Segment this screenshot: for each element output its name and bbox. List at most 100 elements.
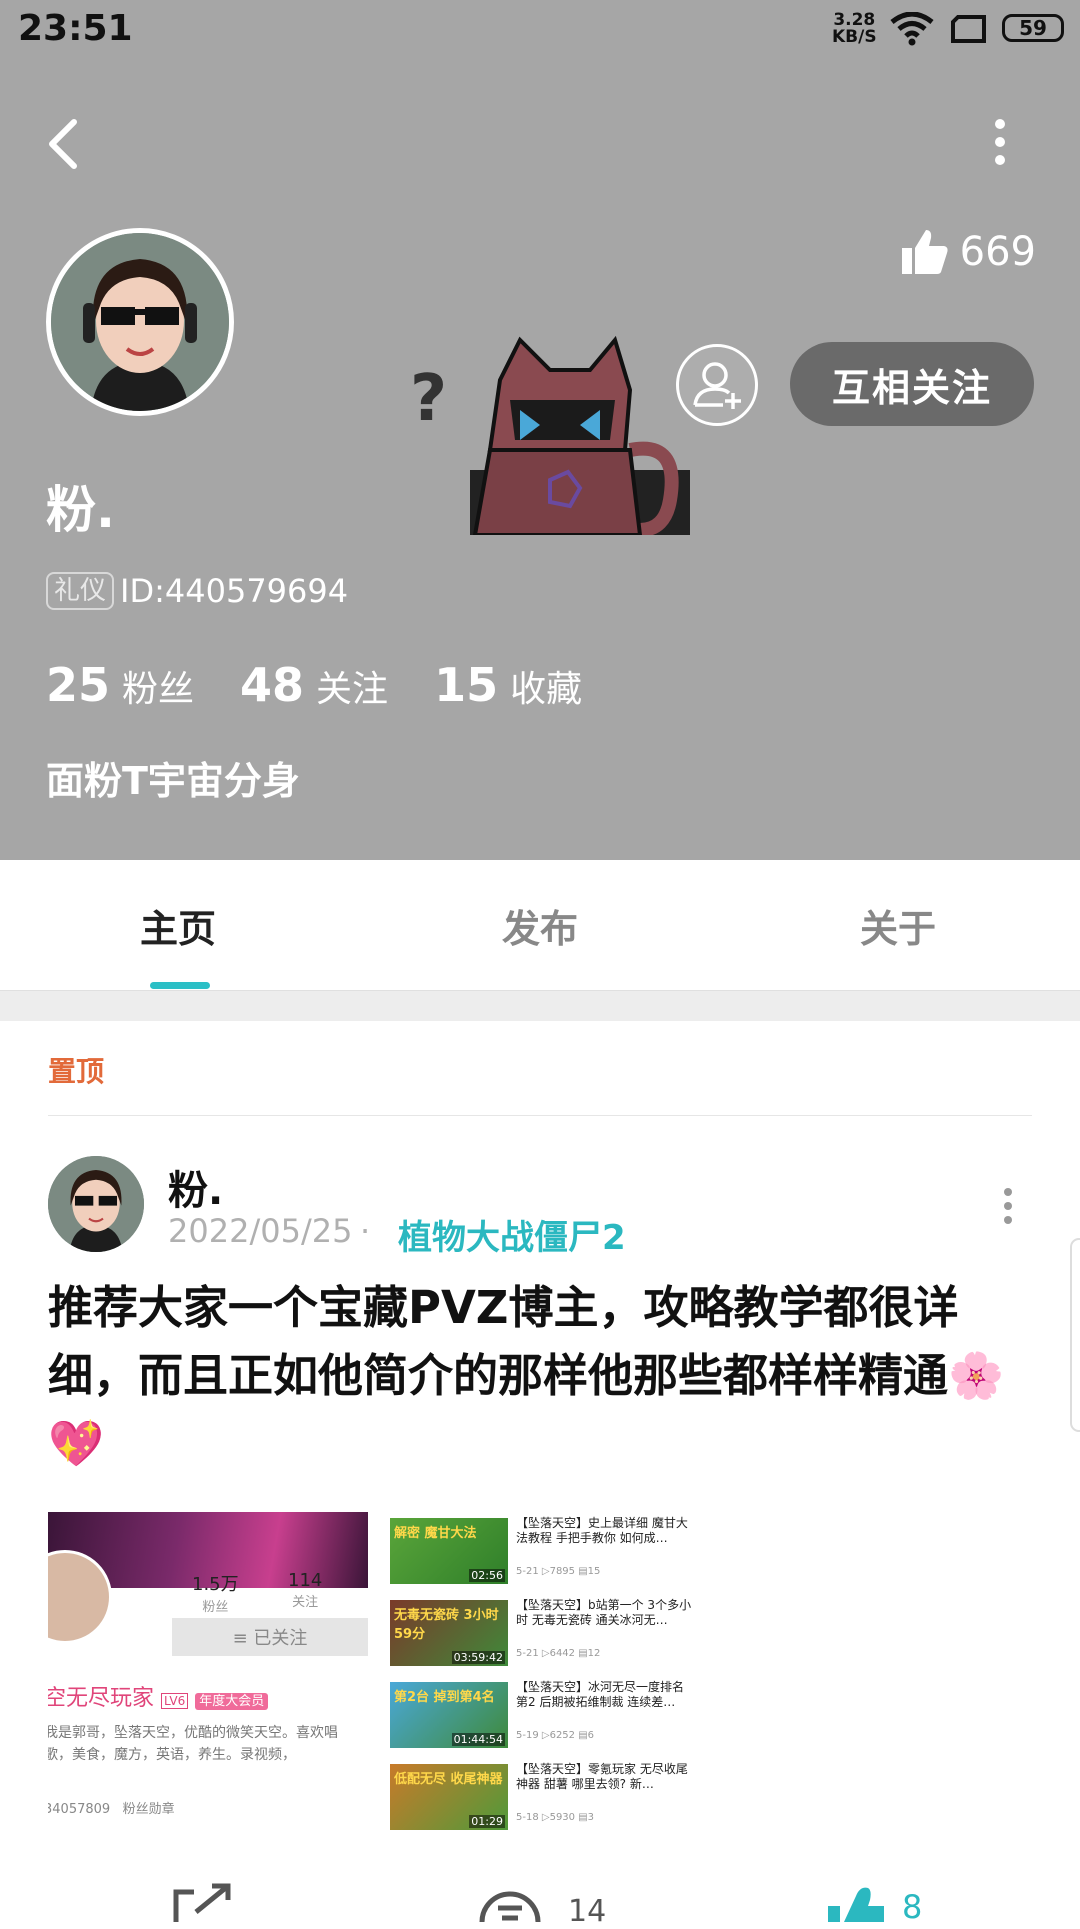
tab-about[interactable]: 关于 bbox=[860, 898, 936, 953]
like-count: 8 bbox=[902, 1888, 923, 1926]
video-meta: 5-21 ▷6442 ▤12 bbox=[516, 1648, 601, 1659]
tab-publish[interactable]: 发布 bbox=[502, 898, 578, 953]
post-meta-separator: · bbox=[360, 1212, 371, 1250]
video-thumbnail: 低配无尽 收尾神器 01:29 bbox=[390, 1764, 508, 1830]
profile-tabs: 主页 发布 关于 bbox=[0, 860, 1080, 991]
post-author-avatar[interactable] bbox=[48, 1156, 144, 1252]
user-plus-icon bbox=[693, 362, 741, 409]
video-list-item: 低配无尽 收尾神器 01:29 【坠落天空】零氪玩家 无尽收尾神器 甜薯 哪里去… bbox=[386, 1758, 700, 1832]
video-danmaku: 3 bbox=[587, 1812, 595, 1823]
video-danmaku: 15 bbox=[587, 1566, 601, 1577]
network-speed: 3.28 KB/S bbox=[832, 12, 877, 46]
post-avatar-image bbox=[48, 1156, 144, 1252]
likes-count: 669 bbox=[959, 229, 1036, 275]
video-title: 【坠落天空】冰河无尽一度排名第2 后期被拓维制裁 连续差… bbox=[516, 1680, 685, 1709]
badge-row: 礼仪 ID:440579694 bbox=[46, 572, 348, 610]
video-duration: 01:29 bbox=[469, 1815, 505, 1828]
screenshot-name-text: 空无尽玩家 bbox=[48, 1686, 155, 1711]
screenshot-footer: 34057809 粉丝勋章 bbox=[48, 1798, 175, 1817]
post-date: 2022/05/25 bbox=[168, 1212, 353, 1250]
following-count[interactable]: 48 bbox=[240, 658, 304, 712]
screenshot-fans: 1.5万 粉丝 bbox=[192, 1570, 239, 1615]
video-thumbnail: 解密 魔甘大法 02:56 bbox=[390, 1518, 508, 1584]
following-label[interactable]: 关注 bbox=[316, 660, 388, 712]
profile-stats: 25 粉丝 48 关注 15 收藏 bbox=[46, 658, 628, 712]
share-icon[interactable] bbox=[172, 1882, 236, 1922]
active-tab-indicator bbox=[150, 982, 210, 989]
video-views: 6442 bbox=[549, 1648, 576, 1659]
video-title: 【坠落天空】b站第一个 3个多小时 无毒无瓷砖 通关冰河无… bbox=[516, 1598, 692, 1627]
username: 粉. bbox=[46, 481, 115, 539]
post-text[interactable]: 推荐大家一个宝藏PVZ博主，攻略教学都很详细，而且正如他简介的那样他那些都样样精… bbox=[48, 1274, 1032, 1478]
mutual-follow-button[interactable]: 互相关注 bbox=[790, 342, 1034, 426]
video-caption: 无毒无瓷砖 3小时59分 bbox=[394, 1608, 499, 1642]
fans-count[interactable]: 25 bbox=[46, 658, 110, 712]
status-bar: 23:51 3.28 KB/S 59 bbox=[0, 0, 1080, 60]
video-title: 【坠落天空】零氪玩家 无尽收尾神器 甜薯 哪里去领? 新… bbox=[516, 1762, 688, 1791]
fans-label[interactable]: 粉丝 bbox=[122, 660, 194, 712]
favorites-label[interactable]: 收藏 bbox=[510, 660, 582, 712]
screenshot-name: 空无尽玩家 LV6 年度大会员 bbox=[48, 1680, 269, 1712]
video-views: 6252 bbox=[549, 1730, 576, 1741]
like-icon[interactable] bbox=[824, 1882, 888, 1922]
screenshot-fans-label: 粉丝 bbox=[202, 1600, 229, 1615]
video-danmaku: 12 bbox=[587, 1648, 601, 1659]
screenshot-follow: 114 关注 bbox=[288, 1570, 322, 1610]
svg-text:?: ? bbox=[410, 362, 447, 436]
avatar-image bbox=[51, 233, 229, 411]
favorites-count[interactable]: 15 bbox=[434, 658, 498, 712]
post-image-profile-screenshot[interactable]: 1.5万 粉丝 114 关注 ≡ 已关注 空无尽玩家 LV6 年度大会员 我是郭… bbox=[48, 1512, 368, 1832]
post-action-bar: 14 8 bbox=[0, 1860, 1080, 1929]
screenshot-vip: 年度大会员 bbox=[195, 1693, 269, 1710]
side-scroll-handle[interactable] bbox=[1070, 1238, 1080, 1432]
video-views: 7895 bbox=[549, 1566, 576, 1577]
status-time: 23:51 bbox=[18, 8, 133, 49]
video-date: 5-19 bbox=[516, 1730, 539, 1741]
post-topic[interactable]: 植物大战僵尸2 bbox=[398, 1210, 626, 1259]
screenshot-follow-value: 114 bbox=[288, 1570, 323, 1591]
tab-home[interactable]: 主页 bbox=[140, 898, 216, 953]
profile-bio: 面粉T宇宙分身 bbox=[46, 759, 300, 803]
post-image-video-list-screenshot[interactable]: 解密 魔甘大法 02:56 【坠落天空】史上最详细 魔甘大法教程 手把手教你 如… bbox=[386, 1512, 700, 1832]
post-more-icon[interactable] bbox=[1000, 1186, 1016, 1226]
video-duration: 01:44:54 bbox=[451, 1733, 505, 1746]
video-views: 5930 bbox=[549, 1812, 576, 1823]
video-thumbnail: 第2台 掉到第4名 01:44:54 bbox=[390, 1682, 508, 1748]
video-duration: 02:56 bbox=[469, 1569, 505, 1582]
video-date: 5-21 bbox=[516, 1566, 539, 1577]
screenshot-level: LV6 bbox=[161, 1693, 189, 1709]
wifi-icon bbox=[890, 12, 934, 46]
video-list-item: 无毒无瓷砖 3小时59分 03:59:42 【坠落天空】b站第一个 3个多小时 … bbox=[386, 1594, 700, 1672]
sim-icon bbox=[951, 15, 986, 43]
video-duration: 03:59:42 bbox=[451, 1651, 505, 1664]
thumbs-up-icon bbox=[901, 230, 948, 274]
post-author-name[interactable]: 粉. bbox=[168, 1158, 223, 1216]
screenshot-fans-value: 1.5万 bbox=[192, 1574, 239, 1595]
video-caption: 第2台 掉到第4名 bbox=[394, 1690, 495, 1705]
screenshot-followed-button: ≡ 已关注 bbox=[172, 1618, 368, 1656]
sticker-image: ? bbox=[410, 335, 690, 535]
battery-indicator: 59 bbox=[1002, 14, 1064, 42]
screenshot-bio: 我是郭哥，坠落天空，优酷的微笑天空。喜欢唱歌，美食，魔方，英语，养生。录视频， bbox=[48, 1725, 338, 1763]
screenshot-footer-label: 粉丝勋章 bbox=[122, 1802, 175, 1817]
divider bbox=[48, 1115, 1032, 1116]
add-follow-button[interactable] bbox=[676, 344, 758, 426]
screenshot-follow-label: 关注 bbox=[292, 1595, 319, 1610]
avatar[interactable] bbox=[46, 228, 234, 416]
more-options-icon[interactable] bbox=[988, 118, 1012, 166]
video-meta: 5-19 ▷6252 ▤6 bbox=[516, 1730, 595, 1741]
video-date: 5-18 bbox=[516, 1812, 539, 1823]
video-date: 5-21 bbox=[516, 1648, 539, 1659]
video-caption: 解密 魔甘大法 bbox=[394, 1526, 477, 1541]
video-caption: 低配无尽 收尾神器 bbox=[394, 1772, 503, 1787]
video-meta: 5-18 ▷5930 ▤3 bbox=[516, 1812, 595, 1823]
comment-icon[interactable] bbox=[478, 1882, 542, 1922]
profile-header: 23:51 3.28 KB/S 59 669 ? 互相关注 粉. 礼仪 ID:4… bbox=[0, 0, 1080, 860]
back-icon[interactable] bbox=[44, 118, 80, 170]
etiquette-badge[interactable]: 礼仪 bbox=[46, 572, 115, 610]
screenshot-footer-id: 34057809 bbox=[48, 1802, 111, 1817]
video-list-item: 解密 魔甘大法 02:56 【坠落天空】史上最详细 魔甘大法教程 手把手教你 如… bbox=[386, 1512, 700, 1590]
video-title: 【坠落天空】史上最详细 魔甘大法教程 手把手教你 如何成… bbox=[516, 1516, 688, 1545]
video-danmaku: 6 bbox=[587, 1730, 595, 1741]
video-meta: 5-21 ▷7895 ▤15 bbox=[516, 1566, 601, 1577]
